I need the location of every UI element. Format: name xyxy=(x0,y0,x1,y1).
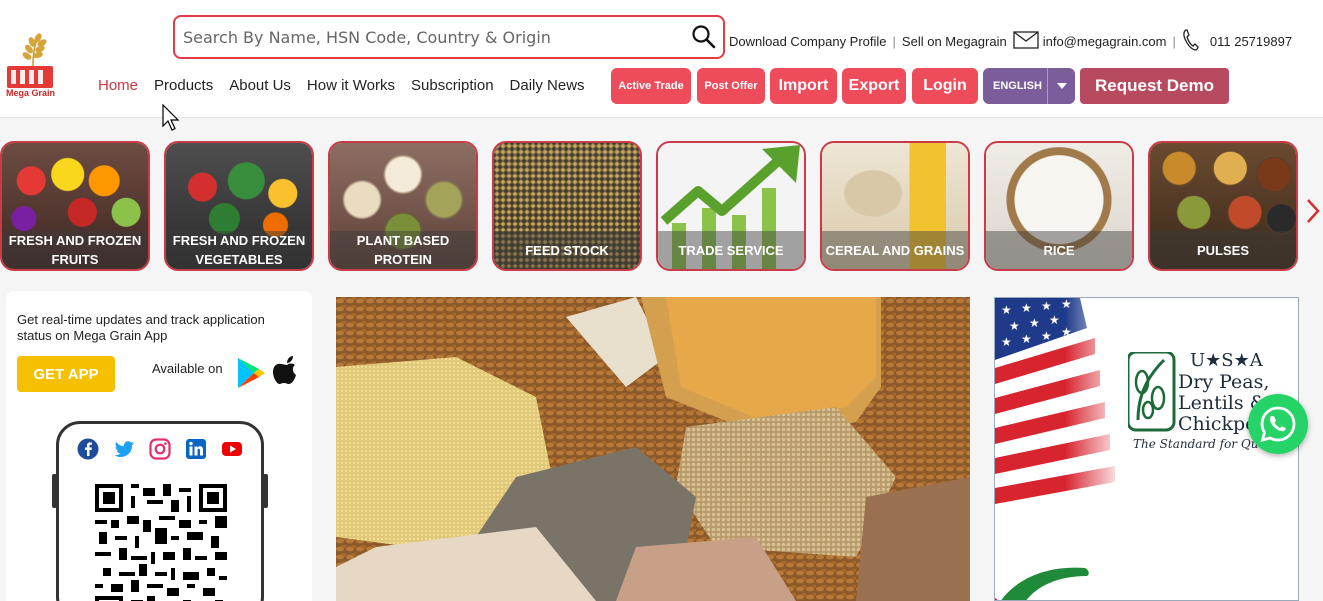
language-label: ENGLISH xyxy=(993,80,1042,92)
usa-flag-image: ★★★★ ★★★ ★★★★ xyxy=(995,298,1125,510)
social-icons xyxy=(59,438,261,460)
youtube-icon[interactable] xyxy=(221,438,243,460)
whatsapp-icon xyxy=(1260,406,1296,442)
category-label: CEREAL AND GRAINS xyxy=(822,231,968,269)
google-play-icon[interactable] xyxy=(236,357,266,389)
svg-text:★: ★ xyxy=(1001,303,1012,317)
phone-side-button xyxy=(52,474,57,508)
post-offer-button[interactable]: Post Offer xyxy=(697,68,765,104)
nav-daily-news[interactable]: Daily News xyxy=(510,77,585,94)
main-nav: Home Products About Us How it Works Subs… xyxy=(98,75,601,95)
instagram-icon[interactable] xyxy=(149,438,171,460)
nav-about-us[interactable]: About Us xyxy=(229,77,291,94)
category-trade-service[interactable]: TRADE SERVICE xyxy=(656,141,806,271)
category-label: RICE xyxy=(986,231,1132,269)
ad-bottom-area xyxy=(995,510,1298,600)
category-label: FRESH AND FROZEN VEGETABLES xyxy=(166,231,312,269)
phone-side-button xyxy=(263,474,268,508)
megagrain-logo[interactable]: Mega Grain xyxy=(6,30,58,100)
login-button[interactable]: Login xyxy=(912,68,978,104)
language-select[interactable]: ENGLISH xyxy=(983,68,1075,104)
linkedin-icon[interactable] xyxy=(185,438,207,460)
app-promo-card: Get real-time updates and track applicat… xyxy=(6,291,312,601)
svg-text:★: ★ xyxy=(1029,316,1040,330)
get-app-button[interactable]: GET APP xyxy=(17,356,115,392)
site-header: Mega Grain Download Company Profile | Se… xyxy=(0,0,1323,118)
chevron-down-icon xyxy=(1047,68,1075,104)
whatsapp-button[interactable] xyxy=(1248,394,1308,454)
svg-text:★: ★ xyxy=(1041,329,1052,343)
svg-text:★: ★ xyxy=(1009,319,1020,333)
nav-home[interactable]: Home xyxy=(98,77,138,94)
available-on-label: Available on xyxy=(152,361,223,376)
search-box xyxy=(173,15,725,59)
divider: | xyxy=(1172,33,1176,49)
category-plant-protein[interactable]: PLANT BASED PROTEIN xyxy=(328,141,478,271)
svg-text:★: ★ xyxy=(1021,332,1032,346)
divider: | xyxy=(892,33,896,49)
category-rice[interactable]: RICE xyxy=(984,141,1134,271)
hero-grains-image xyxy=(336,297,970,601)
phone-number[interactable]: 011 25719897 xyxy=(1210,34,1292,49)
nav-products[interactable]: Products xyxy=(154,77,213,94)
category-cereal-grains[interactable]: CEREAL AND GRAINS xyxy=(820,141,970,271)
svg-text:★: ★ xyxy=(1021,301,1032,315)
ad-headline: U★S★A xyxy=(1190,350,1263,371)
chevron-right-icon[interactable] xyxy=(1304,198,1322,224)
sell-link[interactable]: Sell on Megagrain xyxy=(902,34,1007,49)
request-demo-button[interactable]: Request Demo xyxy=(1080,68,1229,104)
top-links: Download Company Profile | Sell on Megag… xyxy=(729,28,1292,55)
facebook-icon[interactable] xyxy=(77,438,99,460)
svg-text:★: ★ xyxy=(1041,299,1052,313)
qr-code xyxy=(95,484,227,601)
category-label: FEED STOCK xyxy=(494,231,640,269)
logo-name: Mega Grain xyxy=(6,88,56,98)
category-carousel: FRESH AND FROZEN FRUITS FRESH AND FROZEN… xyxy=(0,141,1310,271)
nav-subscription[interactable]: Subscription xyxy=(411,77,494,94)
phone-icon xyxy=(1182,28,1200,55)
app-promo-text: Get real-time updates and track applicat… xyxy=(17,312,265,343)
ad-swoosh-graphic xyxy=(995,567,1089,600)
svg-text:★: ★ xyxy=(1001,335,1012,349)
mouse-cursor-icon xyxy=(162,104,180,131)
search-icon[interactable] xyxy=(691,24,717,50)
import-button[interactable]: Import xyxy=(770,68,837,104)
nav-how-it-works[interactable]: How it Works xyxy=(307,77,395,94)
wheat-icon xyxy=(22,33,47,66)
category-label: TRADE SERVICE xyxy=(658,231,804,269)
active-trade-button[interactable]: Active Trade xyxy=(611,68,691,104)
category-label: PLANT BASED PROTEIN xyxy=(330,231,476,269)
download-profile-link[interactable]: Download Company Profile xyxy=(729,34,887,49)
svg-text:★: ★ xyxy=(1049,313,1060,327)
email-link[interactable]: info@megagrain.com xyxy=(1043,34,1167,49)
category-label: FRESH AND FROZEN FRUITS xyxy=(2,231,148,269)
category-feed-stock[interactable]: FEED STOCK xyxy=(492,141,642,271)
logo-mark xyxy=(7,66,53,88)
apple-icon[interactable] xyxy=(272,354,302,390)
search-input[interactable] xyxy=(183,25,683,49)
ad-product-line: Dry Peas, xyxy=(1178,371,1270,393)
category-vegetables[interactable]: FRESH AND FROZEN VEGETABLES xyxy=(164,141,314,271)
category-fruits[interactable]: FRESH AND FROZEN FRUITS xyxy=(0,141,150,271)
category-pulses[interactable]: PULSES xyxy=(1148,141,1298,271)
export-button[interactable]: Export xyxy=(842,68,906,104)
mail-icon xyxy=(1013,30,1039,52)
category-label: PULSES xyxy=(1150,231,1296,269)
phone-mockup xyxy=(52,421,268,601)
twitter-icon[interactable] xyxy=(113,438,135,460)
